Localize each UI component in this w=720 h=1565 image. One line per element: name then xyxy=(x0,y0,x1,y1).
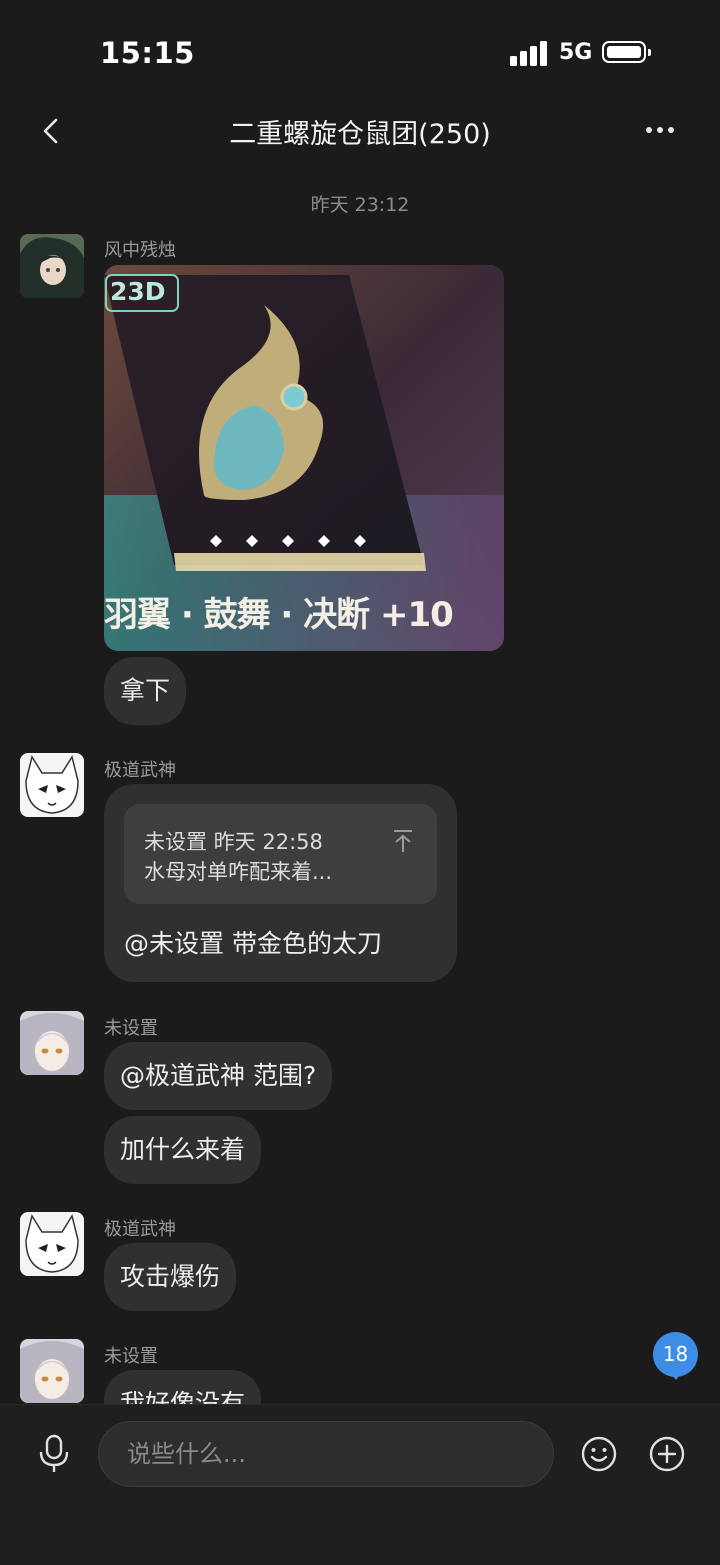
quote-meta: 未设置 昨天 22:58 xyxy=(144,830,323,854)
microphone-icon[interactable] xyxy=(36,1434,72,1474)
jump-to-quote-icon[interactable] xyxy=(391,828,415,854)
back-icon[interactable] xyxy=(36,114,70,148)
reply-message[interactable]: 未设置 昨天 22:58 水母对单咋配来着... @未设置 带金色的太刀 xyxy=(104,784,457,982)
image-message[interactable]: 23D 羽翼 · 鼓舞 · 决断 +10 xyxy=(104,265,504,651)
image-caption: 羽翼 · 鼓舞 · 决断 +10 xyxy=(104,595,454,635)
sender-name: 风中残烛 xyxy=(104,240,176,261)
battery-icon xyxy=(602,41,651,63)
sender-name: 未设置 xyxy=(104,1018,158,1039)
avatar[interactable] xyxy=(20,1339,84,1403)
sender-name: 极道武神 xyxy=(104,760,176,781)
chat-title: 二重螺旋仓鼠团(250) xyxy=(229,119,491,150)
sender-name: 未设置 xyxy=(104,1346,158,1367)
quote-text: 水母对单咋配来着... xyxy=(144,860,333,884)
message-bubble[interactable]: 攻击爆伤 xyxy=(104,1243,237,1311)
avatar[interactable] xyxy=(20,1212,84,1276)
sender-name: 极道武神 xyxy=(104,1219,176,1240)
unread-badge-tail xyxy=(668,1370,684,1380)
message-bubble[interactable]: @极道武神 范围? xyxy=(104,1042,333,1110)
add-icon[interactable] xyxy=(648,1435,686,1473)
signal-icon xyxy=(510,40,550,66)
avatar[interactable] xyxy=(20,234,84,298)
avatar[interactable] xyxy=(20,753,84,817)
status-time: 15:15 xyxy=(100,36,195,70)
message-bubble[interactable]: 拿下 xyxy=(104,657,187,725)
image-badge: 23D xyxy=(110,277,166,306)
more-icon[interactable] xyxy=(640,118,680,142)
emoji-icon[interactable] xyxy=(580,1435,618,1473)
avatar[interactable] xyxy=(20,1011,84,1075)
quoted-message[interactable]: 未设置 昨天 22:58 水母对单咋配来着... xyxy=(124,804,437,904)
network-label: 5G xyxy=(559,40,593,65)
message-input[interactable] xyxy=(99,1422,529,1486)
reply-text: @未设置 带金色的太刀 xyxy=(124,929,382,958)
message-bubble[interactable]: 加什么来着 xyxy=(104,1116,262,1184)
message-input-box[interactable] xyxy=(98,1421,554,1487)
message-timestamp: 昨天 23:12 xyxy=(310,194,410,216)
